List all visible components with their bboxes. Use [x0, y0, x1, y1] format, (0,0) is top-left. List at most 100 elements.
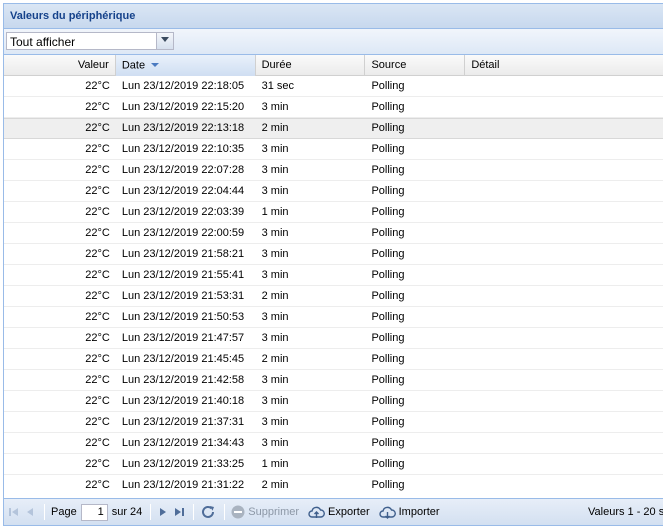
- cell-date: Lun 23/12/2019 21:40:18: [121, 395, 245, 407]
- cell-detail: [465, 307, 663, 327]
- table-row[interactable]: 22°C Lun 23/12/2019 22:18:05 31 sec Polling: [4, 76, 663, 97]
- column-header-duree[interactable]: Durée: [256, 55, 366, 76]
- delete-button-label: Supprimer: [248, 506, 300, 518]
- cell-duree: 2 min: [261, 479, 289, 491]
- cell-detail: [465, 265, 663, 285]
- cell-duree: 3 min: [261, 437, 289, 449]
- table-row[interactable]: 22°C Lun 23/12/2019 22:15:20 3 min Polling: [4, 97, 663, 118]
- cell-source: Polling: [371, 353, 405, 365]
- cell-detail: [465, 475, 663, 492]
- paging-display-info: Valeurs 1 - 20 sur 4: [588, 506, 663, 518]
- device-values-panel: Valeurs du périphérique Tout afficher Va…: [3, 3, 663, 526]
- table-row[interactable]: 22°C Lun 23/12/2019 21:31:22 2 min Polling: [4, 475, 663, 492]
- cell-source: Polling: [371, 479, 405, 491]
- cell-valeur: 22°C: [85, 101, 110, 113]
- page-number-input[interactable]: 1: [80, 503, 108, 521]
- cell-valeur: 22°C: [85, 164, 110, 176]
- column-header-source[interactable]: Source: [365, 55, 466, 76]
- table-row[interactable]: 22°C Lun 23/12/2019 22:04:44 3 min Polling: [4, 181, 663, 202]
- cell-detail: [465, 370, 663, 390]
- table-row[interactable]: 22°C Lun 23/12/2019 21:37:31 3 min Polling: [4, 412, 663, 433]
- table-row[interactable]: 22°C Lun 23/12/2019 21:58:21 3 min Polling: [4, 244, 663, 265]
- cell-duree: 1 min: [261, 458, 289, 470]
- cell-source: Polling: [371, 248, 405, 260]
- cell-date: Lun 23/12/2019 21:58:21: [121, 248, 245, 260]
- first-page-icon[interactable]: [8, 502, 20, 522]
- cell-valeur: 22°C: [85, 269, 110, 281]
- cell-duree: 3 min: [261, 248, 289, 260]
- cell-source: Polling: [371, 437, 405, 449]
- cell-duree: 2 min: [261, 353, 289, 365]
- table-row[interactable]: 22°C Lun 23/12/2019 21:42:58 3 min Polling: [4, 370, 663, 391]
- chevron-down-icon[interactable]: [156, 33, 173, 49]
- import-button-label: Importer: [398, 506, 440, 518]
- export-button[interactable]: Exporter: [308, 506, 370, 519]
- cell-valeur: 22°C: [85, 458, 110, 470]
- last-page-icon[interactable]: [173, 502, 185, 522]
- table-row[interactable]: 22°C Lun 23/12/2019 21:40:18 3 min Polling: [4, 391, 663, 412]
- table-row[interactable]: 22°C Lun 23/12/2019 21:55:41 3 min Polling: [4, 265, 663, 286]
- cell-date: Lun 23/12/2019 21:37:31: [121, 416, 245, 428]
- cell-detail: [465, 181, 663, 201]
- table-row[interactable]: 22°C Lun 23/12/2019 22:03:39 1 min Polling: [4, 202, 663, 223]
- cell-duree: 3 min: [261, 311, 289, 323]
- cell-date: Lun 23/12/2019 21:33:25: [121, 458, 245, 470]
- table-row[interactable]: 22°C Lun 23/12/2019 21:45:45 2 min Polling: [4, 349, 663, 370]
- cell-detail: [465, 160, 663, 180]
- cell-date: Lun 23/12/2019 22:00:59: [121, 227, 245, 239]
- cell-duree: 3 min: [261, 269, 289, 281]
- toolbar-separator: [44, 504, 45, 520]
- cell-valeur: 22°C: [85, 353, 110, 365]
- delete-icon: [231, 505, 245, 519]
- cell-source: Polling: [371, 269, 405, 281]
- column-header-valeur[interactable]: Valeur: [4, 55, 116, 76]
- cell-duree: 3 min: [261, 227, 289, 239]
- cell-source: Polling: [371, 395, 405, 407]
- cell-date: Lun 23/12/2019 21:34:43: [121, 437, 245, 449]
- delete-button[interactable]: Supprimer: [231, 505, 299, 519]
- cell-valeur: 22°C: [85, 416, 110, 428]
- import-button[interactable]: Importer: [378, 506, 440, 519]
- filter-select[interactable]: Tout afficher: [6, 32, 174, 50]
- prev-page-icon[interactable]: [24, 502, 36, 522]
- filter-toolbar: Tout afficher: [4, 29, 663, 55]
- table-row[interactable]: 22°C Lun 23/12/2019 21:47:57 3 min Polling: [4, 328, 663, 349]
- table-row[interactable]: 22°C Lun 23/12/2019 22:10:35 3 min Polling: [4, 139, 663, 160]
- table-row[interactable]: 22°C Lun 23/12/2019 21:53:31 2 min Polling: [4, 286, 663, 307]
- cell-duree: 31 sec: [261, 80, 295, 92]
- cell-detail: [465, 391, 663, 411]
- table-row[interactable]: 22°C Lun 23/12/2019 21:50:53 3 min Polling: [4, 307, 663, 328]
- cell-valeur: 22°C: [85, 290, 110, 302]
- cell-date: Lun 23/12/2019 22:10:35: [121, 143, 245, 155]
- cell-source: Polling: [371, 416, 405, 428]
- cell-source: Polling: [371, 374, 405, 386]
- cell-source: Polling: [371, 290, 405, 302]
- refresh-icon[interactable]: [200, 502, 216, 522]
- cell-valeur: 22°C: [85, 479, 110, 491]
- table-row[interactable]: 22°C Lun 23/12/2019 22:13:18 2 min Polling: [4, 118, 663, 139]
- column-header-date[interactable]: Date: [115, 55, 256, 76]
- cell-valeur: 22°C: [85, 437, 110, 449]
- table-row[interactable]: 22°C Lun 23/12/2019 21:33:25 1 min Polling: [4, 454, 663, 475]
- toolbar-separator: [193, 504, 195, 520]
- cell-date: Lun 23/12/2019 21:31:22: [121, 479, 245, 491]
- cell-detail: [465, 328, 663, 348]
- page-label: Page: [51, 506, 77, 518]
- column-header-detail[interactable]: Détail: [465, 55, 663, 76]
- cloud-upload-icon: [308, 506, 325, 518]
- table-row[interactable]: 22°C Lun 23/12/2019 22:00:59 3 min Polling: [4, 223, 663, 244]
- cell-date: Lun 23/12/2019 21:42:58: [121, 374, 245, 386]
- cell-date: Lun 23/12/2019 21:47:57: [121, 332, 245, 344]
- cell-valeur: 22°C: [85, 206, 110, 218]
- cell-valeur: 22°C: [85, 143, 110, 155]
- cell-valeur: 22°C: [85, 332, 110, 344]
- table-row[interactable]: 22°C Lun 23/12/2019 22:07:28 3 min Polling: [4, 160, 663, 181]
- cell-valeur: 22°C: [85, 122, 110, 134]
- table-row[interactable]: 22°C Lun 23/12/2019 21:34:43 3 min Polling: [4, 433, 663, 454]
- next-page-icon[interactable]: [157, 502, 169, 522]
- cell-valeur: 22°C: [85, 248, 110, 260]
- cell-date: Lun 23/12/2019 22:03:39: [121, 206, 245, 218]
- sort-desc-icon: [151, 55, 160, 76]
- grid-body: 22°C Lun 23/12/2019 22:18:05 31 sec Polling…: [4, 76, 663, 492]
- cell-duree: 1 min: [261, 206, 289, 218]
